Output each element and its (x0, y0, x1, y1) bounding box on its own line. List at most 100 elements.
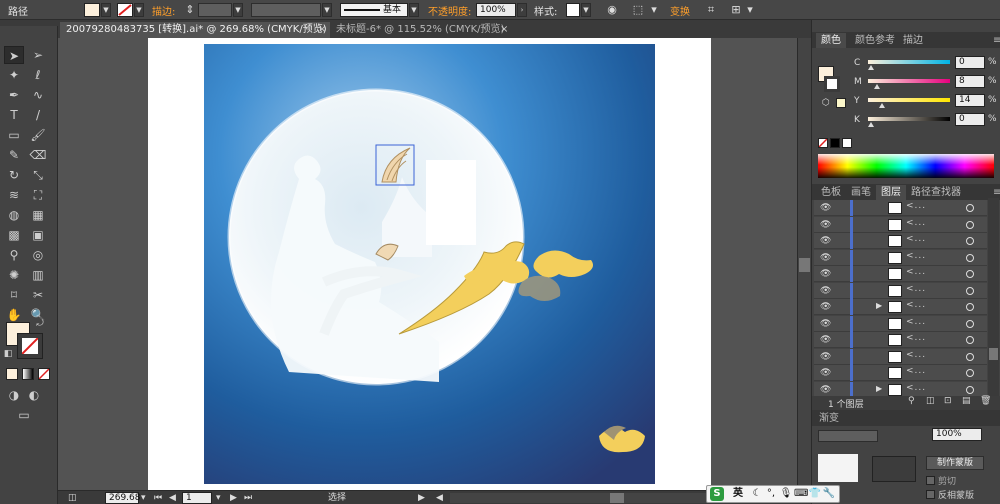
recolor-artwork-icon[interactable]: ◉ (604, 3, 620, 17)
stroke-weight-field[interactable] (198, 3, 232, 17)
warp-tool-icon[interactable]: ≋ (4, 186, 24, 204)
black-thumb[interactable] (868, 122, 874, 127)
brush-dropdown-arrow[interactable]: ▼ (409, 3, 419, 17)
cyan-field[interactable]: 0 (955, 56, 985, 69)
perspective-grid-icon[interactable]: ▦ (28, 206, 48, 224)
last-artboard-icon[interactable]: ⏭ (244, 492, 252, 504)
stroke-panel-link[interactable]: 描边: (152, 3, 175, 18)
black-field[interactable]: 0 (955, 113, 985, 126)
target-circle-icon[interactable] (966, 237, 974, 245)
expand-arrow-icon[interactable]: ▶ (876, 384, 882, 393)
default-fill-stroke-icon[interactable]: ◧ (2, 348, 14, 360)
eraser-icon[interactable]: ⌫ (28, 146, 48, 164)
delete-layer-icon[interactable]: 🗑 (980, 396, 991, 406)
artboard-tool-icon[interactable]: ⌑ (4, 286, 24, 304)
layer-row[interactable]: 👁 <... (814, 216, 987, 233)
next-artboard-icon[interactable]: ▶ (230, 492, 237, 504)
panel-menu-icon[interactable]: ≡ (988, 33, 1000, 48)
yellow-thumb[interactable] (879, 103, 885, 108)
layer-row[interactable]: 👁 <... (814, 200, 987, 216)
target-circle-icon[interactable] (966, 270, 974, 278)
mid-autumn-artwork[interactable] (204, 44, 655, 484)
layer-row[interactable]: 👁 <... (814, 282, 987, 299)
tab-layers[interactable]: 图层 (876, 185, 906, 200)
line-tool-icon[interactable]: / (28, 106, 48, 124)
punctuation-icon[interactable]: °, (764, 487, 778, 501)
half-width-icon[interactable]: ☾ (750, 487, 764, 501)
brush-definition-field[interactable]: 基本 (340, 3, 408, 17)
visibility-eye-icon[interactable]: 👁 (820, 253, 831, 263)
make-clipping-mask-icon[interactable]: ◫ (926, 396, 935, 406)
layer-row[interactable]: 👁 <... (814, 249, 987, 266)
transform-panel-link[interactable]: 变换 (670, 3, 690, 18)
magic-wand-icon[interactable]: ✦ (4, 66, 24, 84)
tab-stroke[interactable]: 描边 (898, 33, 928, 48)
status-menu-arrow[interactable]: ▶ (418, 492, 425, 504)
close-tab-icon[interactable]: × (318, 22, 326, 38)
layers-scroll-thumb[interactable] (989, 348, 998, 360)
tab-document-untitled[interactable]: 未标题-6* @ 115.52% (CMYK/预览) × (330, 22, 516, 38)
fill-dropdown-arrow[interactable]: ▼ (101, 3, 111, 17)
target-circle-icon[interactable] (966, 319, 974, 328)
yellow-field[interactable]: 14 (955, 94, 985, 107)
hscroll-thumb[interactable] (610, 493, 624, 503)
layer-row[interactable]: 👁 <... (814, 233, 987, 249)
hscroll-left-arrow[interactable]: ◀ (436, 492, 443, 504)
visibility-eye-icon[interactable]: 👁 (820, 368, 831, 378)
canvas-area[interactable] (58, 38, 797, 490)
visibility-eye-icon[interactable]: 👁 (820, 220, 831, 230)
tab-color[interactable]: 颜色 (816, 33, 846, 48)
new-sublayer-icon[interactable]: ⊡ (944, 396, 952, 406)
graphic-style-dropdown-arrow[interactable]: ▼ (581, 3, 591, 17)
magenta-thumb[interactable] (874, 84, 880, 89)
pen-tool-icon[interactable]: ✒ (4, 86, 24, 104)
selection-tool-icon[interactable]: ➤ (4, 46, 24, 64)
eyedropper-icon[interactable]: ⚲ (4, 246, 24, 264)
screen-mode-icon[interactable]: ▭ (14, 406, 34, 424)
drawing-mode-icon[interactable]: ◑ (4, 386, 24, 404)
layer-row[interactable]: 👁 <... (814, 266, 987, 282)
status-nav-icon[interactable]: ◫ (68, 492, 77, 504)
layer-row[interactable]: 👁 <... (814, 332, 987, 348)
variable-width-profile[interactable] (251, 3, 321, 17)
expand-arrow-icon[interactable]: ▶ (876, 301, 882, 310)
visibility-eye-icon[interactable]: 👁 (820, 236, 831, 246)
none-mode-button[interactable] (38, 368, 50, 380)
opacity-field[interactable]: 100% (476, 3, 516, 17)
blend-mode-dropdown[interactable] (818, 430, 878, 442)
type-tool-icon[interactable]: T (4, 106, 24, 124)
slice-tool-icon[interactable]: ✂ (28, 286, 48, 304)
cyan-track[interactable] (868, 60, 950, 64)
align-options-icon[interactable]: ▾ (646, 3, 662, 17)
zoom-dropdown-icon[interactable]: ▾ (141, 492, 146, 504)
target-circle-icon[interactable] (966, 303, 974, 311)
tab-color-guide[interactable]: 颜色参考 (850, 33, 900, 48)
visibility-eye-icon[interactable]: 👁 (820, 269, 831, 279)
visibility-eye-icon[interactable]: 👁 (820, 352, 831, 362)
visibility-eye-icon[interactable]: 👁 (820, 286, 831, 296)
voice-input-icon[interactable]: 🎙 (779, 487, 793, 501)
symbol-sprayer-icon[interactable]: ✺ (4, 266, 24, 284)
zoom-level-field[interactable]: 269.68 (105, 492, 141, 504)
tools-panel-grip[interactable] (0, 20, 58, 26)
tab-pathfinder[interactable]: 路径查找器 (906, 185, 966, 200)
free-transform-icon[interactable]: ⛶ (28, 186, 48, 204)
tab-brushes[interactable]: 画笔 (846, 185, 876, 200)
make-mask-button[interactable]: 制作蒙版 (926, 456, 984, 470)
target-circle-icon[interactable] (966, 253, 974, 262)
tab-swatches[interactable]: 色板 (816, 185, 846, 200)
target-circle-icon[interactable] (966, 385, 974, 394)
blend-tool-icon[interactable]: ◎ (28, 246, 48, 264)
tab-document-active[interactable]: 20079280483735 [转换].ai* @ 269.68% (CMYK/… (60, 22, 330, 38)
locate-object-icon[interactable]: ⚲ (908, 396, 915, 406)
prev-artboard-icon[interactable]: ◀ (169, 492, 176, 504)
paintbrush-icon[interactable]: 🖌 (28, 126, 48, 144)
layer-row[interactable]: 👁 ▶ <... (814, 299, 987, 315)
shape-builder-icon[interactable]: ◍ (4, 206, 24, 224)
magenta-track[interactable] (868, 79, 950, 83)
layer-row[interactable]: 👁 <... (814, 315, 987, 332)
stroke-dropdown-arrow[interactable]: ▼ (134, 3, 144, 17)
black-track[interactable] (868, 117, 950, 121)
tab-gradient[interactable]: 渐变 (814, 411, 844, 426)
mesh-tool-icon[interactable]: ▩ (4, 226, 24, 244)
